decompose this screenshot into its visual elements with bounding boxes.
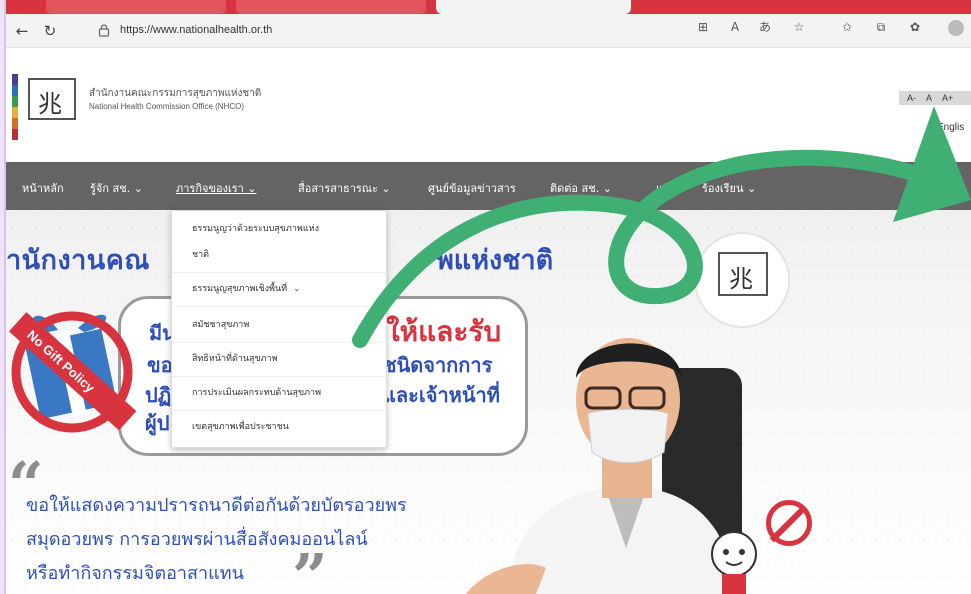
font-decrease-button[interactable]: A-: [907, 93, 916, 103]
org-name-english: National Health Commission Office (NHCO): [89, 102, 245, 111]
profile-icon[interactable]: [948, 20, 964, 36]
chevron-down-icon: ⌄: [381, 182, 391, 195]
browser-tab-active[interactable]: [436, 0, 631, 14]
read-aloud-icon[interactable]: A: [728, 20, 742, 34]
nav-item-complaint[interactable]: ร้องเรียน ⌄: [702, 179, 756, 197]
logo-color-bars: [12, 74, 18, 142]
org-name-thai: สำนักงานคณะกรรมการสุขภาพแห่งชาติ: [89, 88, 262, 99]
language-link[interactable]: Englis: [937, 122, 964, 133]
policy-line: ขอ: [147, 353, 173, 377]
dropdown-item-national-health-charter[interactable]: ธรรมนูญว่าด้วยระบบสุขภาพแห่ง: [172, 221, 388, 243]
url-text: https://www.nationalhealth.or.th: [120, 24, 273, 36]
collections-icon[interactable]: ⧉: [874, 20, 888, 34]
nhco-logo[interactable]: 兆: [28, 78, 76, 120]
chevron-down-icon: ⌄: [747, 182, 757, 195]
dropdown-item-health-region[interactable]: เขตสุขภาพเพื่อประชาชน: [172, 419, 388, 445]
dropdown-item-national-health-charter-cont[interactable]: ชาติ: [172, 247, 388, 273]
nav-item-home[interactable]: หน้าหลัก: [22, 179, 64, 197]
browser-tab[interactable]: [236, 0, 426, 14]
dropdown-item-health-impact-assessment[interactable]: การประเมินผลกระทบด้านสุขภาพ: [172, 385, 388, 411]
dropdown-item-health-rights[interactable]: สิทธิหน้าที่ด้านสุขภาพ: [172, 351, 388, 377]
nav-item-contact[interactable]: ติดต่อ สช. ⌄: [550, 179, 612, 197]
mission-dropdown-menu: ธรรมนูญว่าด้วยระบบสุขภาพแห่ง ชาติ ธรรมนู…: [171, 210, 388, 448]
page-info-icon[interactable]: [98, 24, 110, 37]
screenshot-frame: ← ↻ https://www.nationalhealth.or.th ⊞ A…: [4, 0, 971, 594]
nav-item-info-center[interactable]: ศูนย์ข้อมูลข่าวสาร: [428, 179, 516, 197]
quote-close-icon: ”: [292, 540, 328, 594]
back-arrow-icon[interactable]: ←: [14, 23, 30, 39]
chevron-down-icon: ⌄: [602, 182, 612, 195]
chevron-down-icon: ⌄: [247, 182, 257, 195]
favorite-star-icon[interactable]: ☆: [792, 20, 806, 34]
reload-icon[interactable]: ↻: [42, 23, 58, 39]
policy-line: ผู้ป: [145, 411, 170, 435]
nav-item-public-communication[interactable]: สื่อสารสาธารณะ ⌄: [298, 179, 391, 197]
nav-item-mission[interactable]: ภารกิจของเรา ⌄: [176, 179, 257, 197]
font-normal-button[interactable]: A: [926, 93, 932, 103]
nav-item-report[interactable]: แจ้ง: [656, 179, 675, 197]
main-navigation: หน้าหลัก รู้จัก สช. ⌄ ภารกิจของเรา ⌄ สื่…: [6, 162, 971, 210]
body-line: ขอให้แสดงความปรารถนาดีต่อกันด้วยบัตรอวยพ…: [26, 495, 407, 516]
chevron-down-icon: ⌄: [133, 182, 143, 195]
no-gift-policy-badge: No Gift Policy: [8, 311, 136, 433]
no-gift-sign-icon: [766, 500, 812, 546]
hero-title-right: พแห่งชาติ: [436, 245, 554, 276]
font-size-controls: A- A A+: [899, 91, 971, 105]
translate-icon[interactable]: あ: [758, 20, 772, 34]
favorites-icon[interactable]: ✩: [840, 20, 854, 34]
extensions-icon[interactable]: ✿: [908, 20, 922, 34]
browser-tab-strip: [6, 0, 971, 14]
font-increase-button[interactable]: A+: [942, 93, 953, 103]
nav-item-about[interactable]: รู้จัก สช. ⌄: [90, 179, 143, 197]
mascot-icon: [711, 531, 757, 594]
chevron-down-icon: ⌄: [293, 284, 301, 294]
dropdown-item-health-assembly[interactable]: สมัชชาสุขภาพ: [172, 317, 388, 343]
browser-address-bar: ← ↻ https://www.nationalhealth.or.th ⊞ A…: [6, 14, 971, 48]
split-screen-icon[interactable]: ⊞: [696, 20, 710, 34]
dropdown-item-area-health-charter[interactable]: ธรรมนูญสุขภาพเชิงพื้นที่ ⌄: [172, 281, 388, 307]
body-line: หรือทำกิจกรรมจิตอาสาแทน: [26, 563, 244, 584]
hero-banner: ำนักงานคณ พแห่งชาติ 兆 มีน ขอ ปฏิ ผู้ป ชน…: [6, 210, 971, 594]
url-field[interactable]: https://www.nationalhealth.or.th: [88, 19, 948, 43]
nhco-seal: 兆: [694, 232, 790, 328]
browser-tab[interactable]: [46, 0, 226, 14]
hero-title-left: ำนักงานคณ: [6, 245, 150, 276]
site-header: 兆 สำนักงานคณะกรรมการสุขภาพแห่งชาติ Natio…: [6, 48, 971, 162]
